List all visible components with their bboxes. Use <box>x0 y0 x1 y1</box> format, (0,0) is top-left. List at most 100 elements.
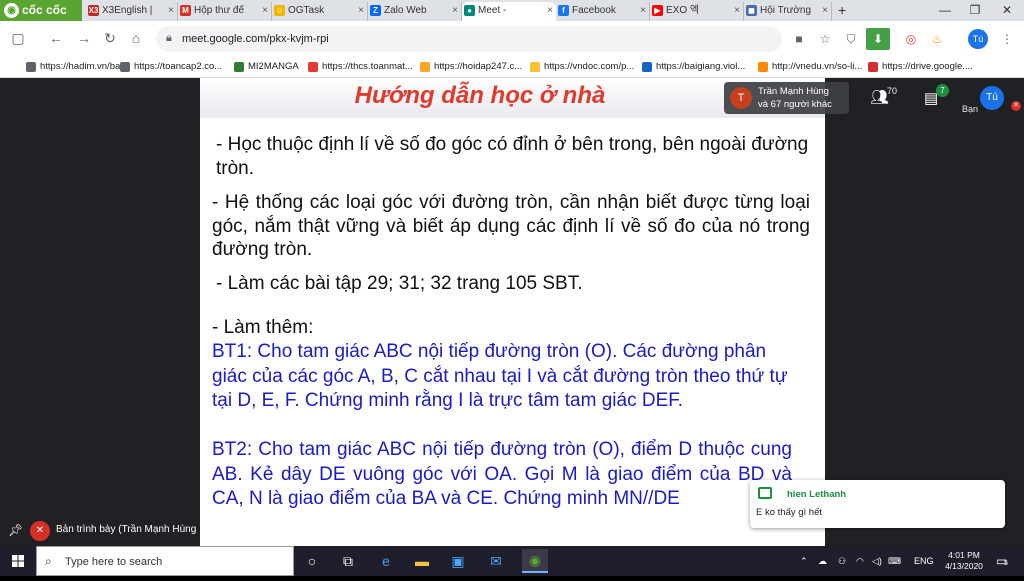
language-indicator[interactable]: ENG <box>914 546 934 576</box>
tab-7[interactable]: ▶ EXO 엑 × <box>650 2 744 21</box>
file-explorer-icon[interactable]: ▬ <box>414 553 430 569</box>
windows-logo-icon <box>12 555 24 567</box>
bookmark-item[interactable]: MI2MANGA <box>234 60 299 74</box>
tab-3[interactable]: ☺ OGTask × <box>272 2 368 21</box>
presenting-indicator: 📌︎ ✕ Bản trình bày (Trần Mạnh Hùng <box>0 517 200 545</box>
coccoc-taskbar-icon[interactable]: ◉ <box>522 549 548 573</box>
slide-title: Hướng dẫn học ở nhà <box>354 82 606 109</box>
tab-close-icon[interactable]: × <box>547 2 553 19</box>
minimize-button[interactable]: — <box>930 0 960 21</box>
bookmark-item[interactable]: https://drive.google.... <box>868 60 973 74</box>
task-view-icon[interactable]: ⧉ <box>340 553 356 569</box>
bookmark-favicon-icon <box>758 62 768 72</box>
tab-favicon-icon: ☺ <box>274 5 285 16</box>
extension-icon[interactable]: ◎ <box>902 30 920 48</box>
maximize-button[interactable]: ❐ <box>960 0 990 21</box>
bookmarks-bar: https://hadim.vn/bai... https://toancap2.… <box>0 56 1024 78</box>
tray-volume-icon[interactable]: ◁) <box>872 546 882 576</box>
tab-label: Hộp thư đế <box>194 5 245 16</box>
bookmark-item[interactable]: http://vnedu.vn/so-li... <box>758 60 862 74</box>
shield-icon[interactable]: ⛉ <box>842 30 860 48</box>
bookmark-item[interactable]: https://hadim.vn/bai... <box>26 60 130 74</box>
presenter-name: Trần Mạnh Hùng và 67 người khác <box>758 86 832 110</box>
tab-close-icon[interactable]: × <box>822 2 828 19</box>
search-icon: ⌕ <box>45 554 52 568</box>
tab-favicon-icon: ◼ <box>746 5 757 16</box>
presentation-slide: Hướng dẫn học ở nhà - Học thuộc định lí … <box>200 78 825 546</box>
tray-network-icon[interactable]: ◠ <box>856 546 864 576</box>
bookmark-item[interactable]: https://baigiang.viol... <box>642 60 745 74</box>
tab-label: X3English | <box>102 5 153 16</box>
store-icon[interactable]: ▣ <box>450 553 466 569</box>
tray-cloud-icon[interactable]: ☁ <box>818 546 827 576</box>
tray-people-icon[interactable]: ⚇ <box>838 546 846 576</box>
profile-avatar[interactable]: Tú <box>968 29 988 49</box>
address-bar-row: ▢ ← → ↻ ⌂ 🔒︎ meet.google.com/pkx-kvjm-rp… <box>0 21 1024 56</box>
taskbar-search[interactable]: ⌕ Type here to search <box>36 546 294 576</box>
pin-icon[interactable]: 📌︎ <box>8 523 23 537</box>
apps-icon[interactable] <box>8 60 22 74</box>
sidebar-toggle-icon[interactable]: ▢ <box>10 30 26 46</box>
slide-paragraph-4: - Làm thêm: <box>212 317 314 338</box>
bookmark-label: https://drive.google.... <box>882 61 973 72</box>
tray-keyboard-icon[interactable]: ⌨ <box>888 546 901 576</box>
tab-label: EXO 엑 <box>666 5 700 16</box>
forward-button[interactable]: → <box>76 30 92 46</box>
bookmark-favicon-icon <box>530 62 540 72</box>
new-tab-button[interactable]: + <box>834 2 854 21</box>
url-bar[interactable]: 🔒︎ meet.google.com/pkx-kvjm-rpi <box>156 26 782 52</box>
bookmark-item[interactable]: https://thcs.toanmat... <box>308 60 413 74</box>
tab-5[interactable]: ● Meet - × <box>462 2 556 21</box>
bookmark-favicon-icon <box>868 62 878 72</box>
chat-notification[interactable]: hien Lethanh E ko thấy gì hết <box>750 480 1005 528</box>
exercise-bt2: BT2: Cho tam giác ABC nội tiếp đường trò… <box>212 439 792 509</box>
exercise-bt1: BT1: Cho tam giác ABC nội tiếp đường trò… <box>212 341 788 411</box>
tab-2[interactable]: M Hộp thư đế × <box>178 2 272 21</box>
tab-close-icon[interactable]: × <box>734 2 740 19</box>
reload-button[interactable]: ↻ <box>102 30 118 46</box>
flame-icon[interactable]: ♨ <box>928 30 946 48</box>
download-icon[interactable]: ⬇ <box>866 28 890 50</box>
tab-1[interactable]: X3 X3English | × <box>86 2 178 21</box>
tab-close-icon[interactable]: × <box>640 2 646 19</box>
tab-6[interactable]: f Facebook × <box>556 2 650 21</box>
mute-icon[interactable]: ✕ <box>30 521 50 541</box>
tab-favicon-icon: ▶ <box>652 5 663 16</box>
bookmark-item[interactable]: https://vndoc.com/p... <box>530 60 634 74</box>
camera-icon[interactable]: ■ <box>790 30 808 48</box>
bookmark-star-icon[interactable]: ☆ <box>816 30 834 48</box>
tab-8[interactable]: ◼ Hội Trường × <box>744 2 832 21</box>
bookmark-item[interactable]: https://toancap2.co... <box>120 60 222 74</box>
tab-close-icon[interactable]: × <box>168 2 174 19</box>
edge-icon[interactable]: e <box>378 553 394 569</box>
bookmark-item[interactable]: https://hoidap247.c... <box>420 60 522 74</box>
browser-brand[interactable]: ◉ cốc cốc <box>0 0 82 21</box>
back-button[interactable]: ← <box>48 30 64 46</box>
presenter-card[interactable]: T Trần Mạnh Hùng và 67 người khác <box>724 82 849 114</box>
tab-close-icon[interactable]: × <box>358 2 364 19</box>
clock[interactable]: 4:01 PM 4/13/2020 <box>942 550 986 572</box>
chat-sender: hien Lethanh <box>787 489 847 500</box>
close-window-button[interactable]: ✕ <box>992 0 1022 21</box>
tab-label: Facebook <box>572 5 616 16</box>
tab-4[interactable]: Z Zalo Web × <box>368 2 462 21</box>
bookmark-label: https://hadim.vn/bai... <box>40 61 131 72</box>
home-button[interactable]: ⌂ <box>128 30 144 46</box>
tray-chevron-icon[interactable]: ⌃ <box>800 546 808 576</box>
tab-favicon-icon: f <box>558 5 569 16</box>
tab-favicon-icon: M <box>180 5 191 16</box>
tab-close-icon[interactable]: × <box>262 2 268 19</box>
tab-close-icon[interactable]: × <box>452 2 458 19</box>
start-button[interactable] <box>0 546 36 576</box>
menu-icon[interactable]: ⋮ <box>998 30 1016 48</box>
cortana-icon[interactable]: ○ <box>304 553 320 569</box>
slide-paragraph-2: - Hệ thống các loại góc với đường tròn, … <box>212 192 810 260</box>
tab-label: Zalo Web <box>384 5 427 16</box>
self-avatar[interactable]: Tú <box>980 86 1004 110</box>
tab-label: Meet - <box>478 5 507 16</box>
brand-label: cốc cốc <box>22 3 67 17</box>
url-text: meet.google.com/pkx-kvjm-rpi <box>182 33 329 45</box>
mail-icon[interactable]: ✉ <box>488 553 504 569</box>
bookmark-favicon-icon <box>420 62 430 72</box>
presenting-label: Bản trình bày (Trần Mạnh Hùng <box>56 524 197 535</box>
